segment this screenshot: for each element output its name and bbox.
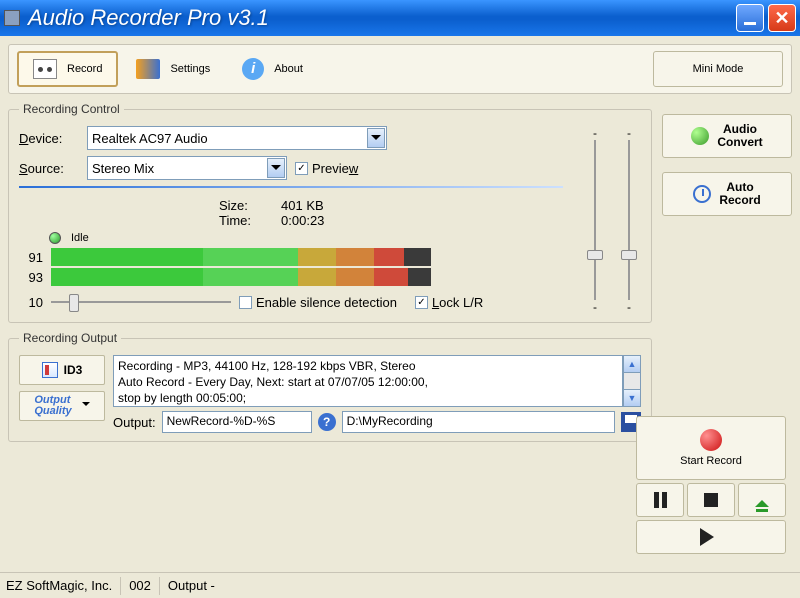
- titlebar: Audio Recorder Pro v3.1 ✕: [0, 0, 800, 36]
- stop-icon: [704, 493, 718, 507]
- lock-label: Lock L/R: [432, 295, 483, 310]
- pause-icon: [654, 492, 667, 508]
- stop-button[interactable]: [687, 483, 735, 517]
- status-led-icon: [49, 232, 61, 244]
- output-path-input[interactable]: D:\MyRecording: [342, 411, 615, 433]
- main-toolbar: Record Settings i About Mini Mode: [8, 44, 792, 94]
- output-label: Output:: [113, 415, 156, 430]
- size-value: 401 KB: [281, 198, 324, 213]
- tick-mark: -: [627, 300, 631, 314]
- tick-mark: -: [593, 300, 597, 314]
- device-combo[interactable]: Realtek AC97 Audio: [87, 126, 387, 150]
- id3-button[interactable]: ID3: [19, 355, 105, 385]
- clock-icon: [693, 185, 711, 203]
- mini-mode-button[interactable]: Mini Mode: [653, 51, 783, 87]
- record-icon: [700, 429, 722, 451]
- recording-control-group: Recording Control Device: Realtek AC97 A…: [8, 102, 652, 323]
- tab-about-label: About: [274, 63, 303, 75]
- recording-control-legend: Recording Control: [19, 102, 124, 116]
- chevron-down-icon: [367, 128, 385, 148]
- auto-record-label: AutoRecord: [719, 181, 760, 207]
- level-meter-left: [51, 248, 431, 266]
- cassette-icon: [33, 59, 57, 79]
- threshold-value: 10: [19, 295, 43, 310]
- meter-left-value: 91: [19, 250, 43, 265]
- status-output: Output -: [168, 578, 215, 593]
- quality-label: OutputQuality: [34, 395, 71, 417]
- scroll-up-button[interactable]: ▲: [623, 355, 641, 373]
- window-title: Audio Recorder Pro v3.1: [28, 5, 736, 31]
- app-icon: [4, 10, 20, 26]
- threshold-slider[interactable]: [51, 292, 231, 312]
- start-record-label: Start Record: [680, 455, 742, 467]
- audio-convert-label: AudioConvert: [717, 123, 762, 149]
- time-label: Time:: [219, 213, 251, 228]
- recording-info-text: Recording - MP3, 44100 Hz, 128-192 kbps …: [113, 355, 623, 407]
- eject-icon: [755, 493, 769, 507]
- source-value: Stereo Mix: [92, 161, 154, 176]
- convert-icon: [691, 127, 709, 145]
- close-button[interactable]: ✕: [768, 4, 796, 32]
- device-label: Device:: [19, 131, 79, 146]
- tick-mark: -: [593, 126, 597, 140]
- tick-mark: -: [627, 126, 631, 140]
- tab-record[interactable]: Record: [17, 51, 118, 87]
- help-icon[interactable]: ?: [318, 413, 336, 431]
- status-counter: 002: [129, 578, 151, 593]
- recording-output-group: Recording Output ID3 OutputQuality: [8, 331, 652, 442]
- volume-slider-left[interactable]: [583, 140, 607, 300]
- chevron-down-icon: [267, 158, 285, 178]
- meter-right-value: 93: [19, 270, 43, 285]
- transport-controls: Start Record: [636, 416, 786, 554]
- play-icon: [700, 528, 723, 546]
- settings-icon: [136, 59, 160, 79]
- statusbar: EZ SoftMagic, Inc. 002 Output -: [0, 572, 800, 598]
- preview-checkbox[interactable]: ✓ Preview: [295, 161, 358, 176]
- minimize-button[interactable]: [736, 4, 764, 32]
- tab-record-label: Record: [67, 63, 102, 75]
- source-combo[interactable]: Stereo Mix: [87, 156, 287, 180]
- level-meter-right: [51, 268, 431, 286]
- scroll-down-button[interactable]: ▼: [623, 389, 641, 407]
- device-value: Realtek AC97 Audio: [92, 131, 208, 146]
- auto-record-button[interactable]: AutoRecord: [662, 172, 792, 216]
- eject-button[interactable]: [738, 483, 786, 517]
- recording-output-legend: Recording Output: [19, 331, 121, 345]
- tab-about[interactable]: i About: [228, 51, 317, 87]
- time-value: 0:00:23: [281, 213, 324, 228]
- status-company: EZ SoftMagic, Inc.: [6, 578, 112, 593]
- start-record-button[interactable]: Start Record: [636, 416, 786, 480]
- source-label: Source:: [19, 161, 79, 176]
- audio-convert-button[interactable]: AudioConvert: [662, 114, 792, 158]
- mini-mode-label: Mini Mode: [693, 63, 744, 75]
- info-icon: i: [242, 58, 264, 80]
- output-quality-button[interactable]: OutputQuality: [19, 391, 105, 421]
- lock-lr-checkbox[interactable]: ✓ Lock L/R: [415, 295, 483, 310]
- status-text: Idle: [71, 232, 89, 244]
- tab-settings[interactable]: Settings: [122, 51, 224, 87]
- silence-label: Enable silence detection: [256, 295, 397, 310]
- volume-slider-right[interactable]: [617, 140, 641, 300]
- id3-label: ID3: [64, 363, 83, 377]
- divider: [19, 186, 563, 188]
- pause-button[interactable]: [636, 483, 684, 517]
- book-icon: [42, 362, 58, 378]
- size-label: Size:: [219, 198, 248, 213]
- silence-checkbox[interactable]: Enable silence detection: [239, 295, 397, 310]
- tab-settings-label: Settings: [170, 63, 210, 75]
- preview-label: Preview: [312, 161, 358, 176]
- play-button[interactable]: [636, 520, 786, 554]
- filename-pattern-input[interactable]: NewRecord-%D-%S: [162, 411, 312, 433]
- volume-sliders: - - - -: [583, 126, 641, 314]
